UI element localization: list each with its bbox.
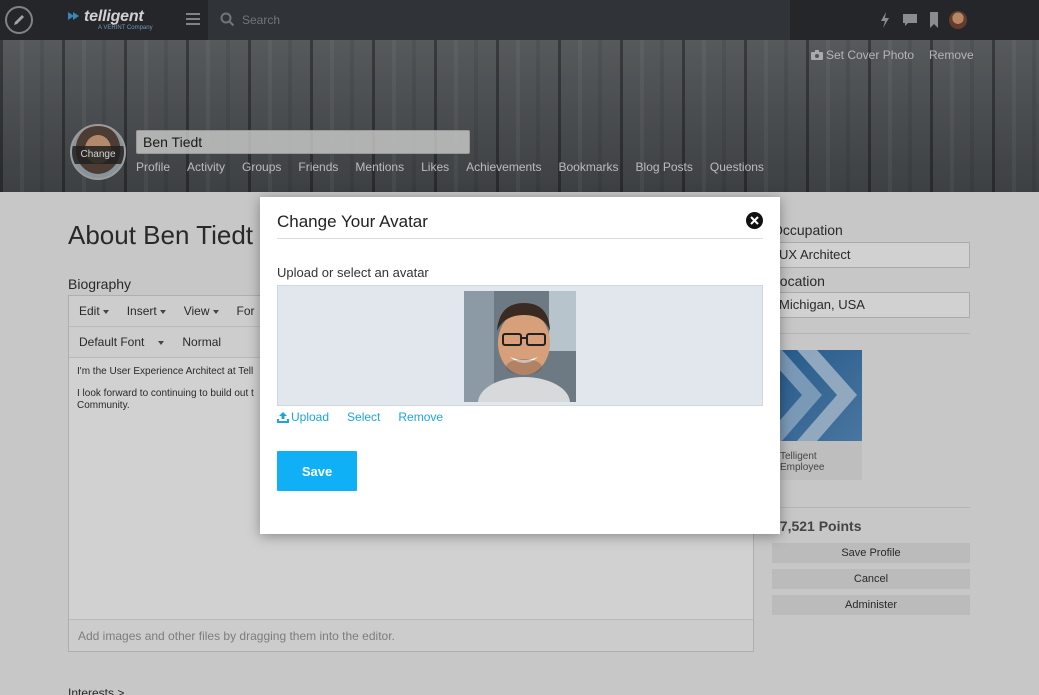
modal-divider	[277, 238, 763, 239]
upload-label: Upload	[291, 410, 330, 424]
avatar-actions: Upload Select Remove	[277, 410, 461, 424]
close-icon[interactable]	[746, 212, 763, 229]
avatar-preview-area	[277, 285, 763, 406]
save-button[interactable]: Save	[277, 451, 357, 491]
select-link[interactable]: Select	[347, 410, 380, 424]
upload-link[interactable]: Upload	[277, 410, 329, 424]
remove-avatar-link[interactable]: Remove	[398, 410, 443, 424]
upload-icon	[277, 411, 289, 423]
avatar-photo	[464, 291, 576, 402]
avatar-instruction: Upload or select an avatar	[277, 265, 429, 280]
change-avatar-modal: Change Your Avatar Upload or select an a…	[260, 197, 780, 534]
modal-title: Change Your Avatar	[277, 212, 428, 231]
